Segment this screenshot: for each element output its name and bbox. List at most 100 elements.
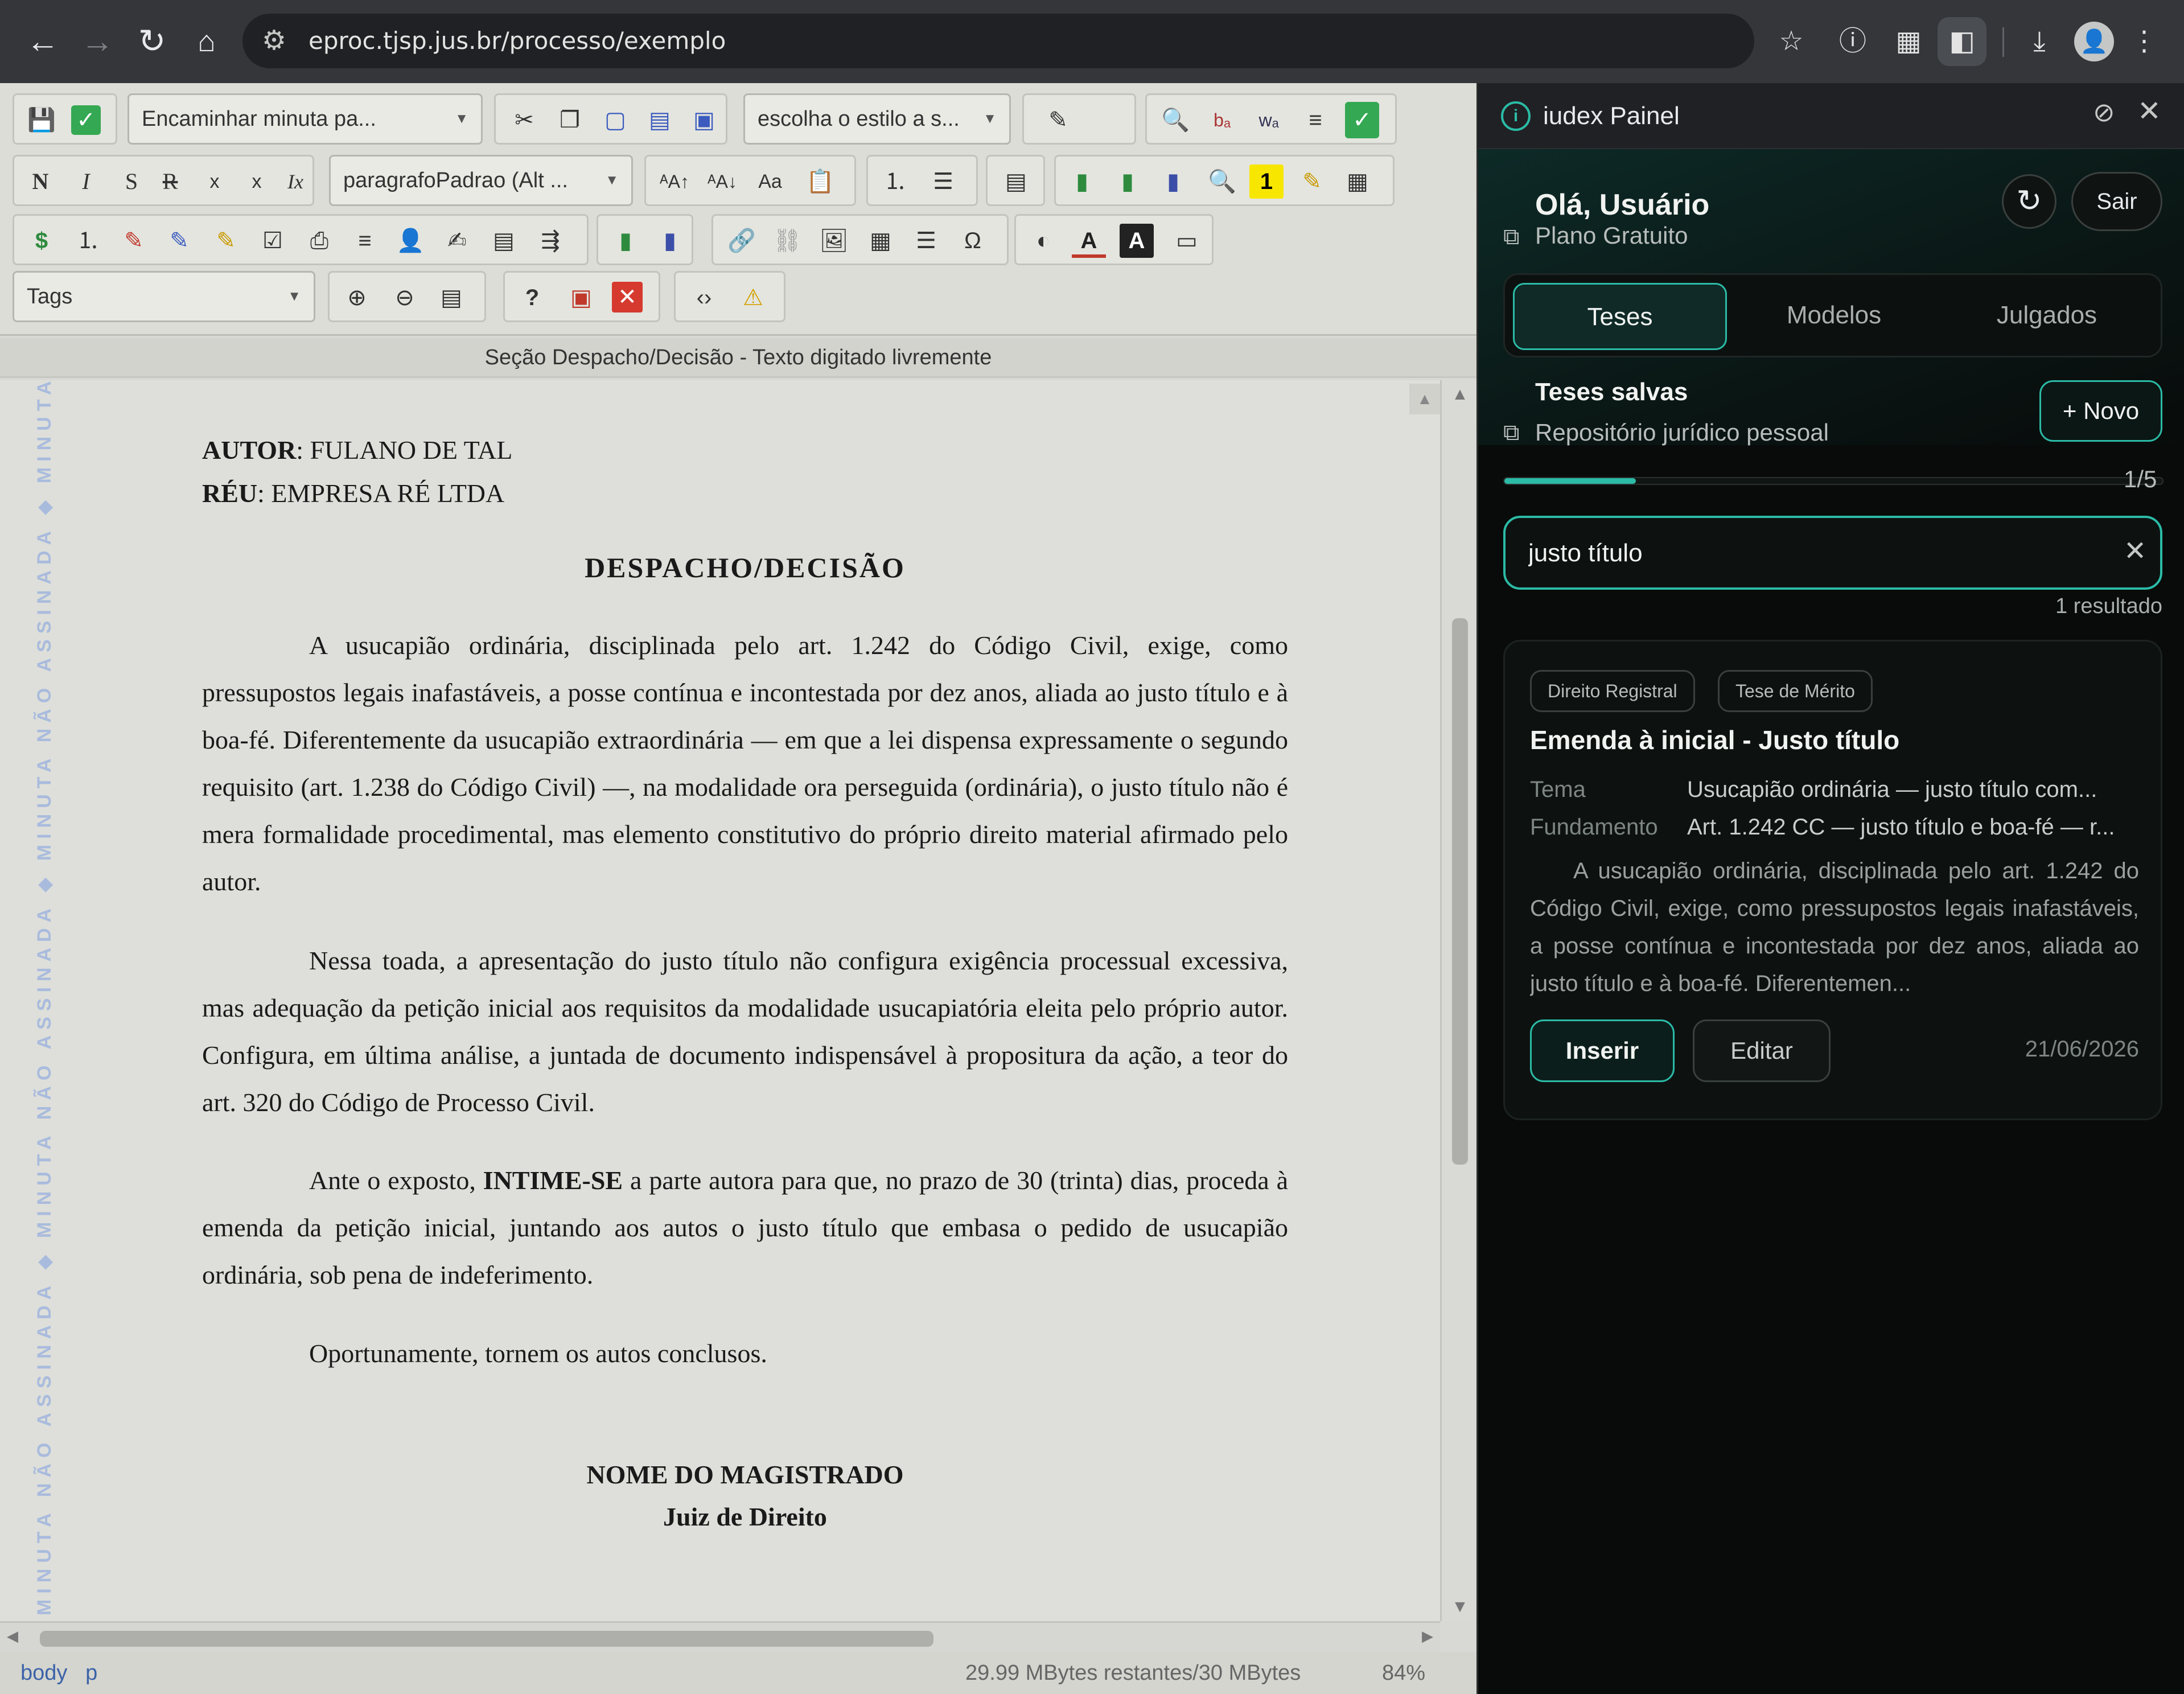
- close-icon[interactable]: ✕: [2137, 94, 2161, 128]
- dollar-icon[interactable]: $: [24, 224, 59, 258]
- copy-icon[interactable]: ❐: [553, 103, 587, 137]
- text-color-icon[interactable]: A: [1072, 224, 1106, 258]
- scroll-thumb[interactable]: [1452, 618, 1468, 1165]
- print-icon[interactable]: ⎙: [302, 224, 336, 258]
- font-increase-icon[interactable]: ᴬA↑: [657, 165, 692, 199]
- address-bar[interactable]: ⚙ eproc.tjsp.jus.br/processo/exemplo: [242, 14, 1754, 68]
- paste-text-icon[interactable]: ▤: [643, 103, 677, 137]
- tags-select[interactable]: Tags ▼: [13, 271, 315, 322]
- edit-blue-icon[interactable]: ✎: [162, 224, 196, 258]
- zoom-out-icon[interactable]: ⊖: [388, 281, 422, 315]
- lowercase-icon[interactable]: bₐ: [1205, 103, 1239, 137]
- zoom-in-icon[interactable]: ⊕: [340, 281, 374, 315]
- tab-teses[interactable]: Teses: [1513, 283, 1727, 350]
- contrast-icon[interactable]: ◐: [1026, 224, 1060, 258]
- scroll-right-icon[interactable]: ▶: [1422, 1627, 1433, 1645]
- horizontal-scrollbar[interactable]: ◀ ▶: [0, 1621, 1440, 1652]
- special-char-icon[interactable]: Ω: [956, 224, 990, 258]
- inner-scroll-up-icon[interactable]: ▲: [1409, 384, 1440, 414]
- pencil-icon[interactable]: ✎: [1041, 103, 1075, 137]
- search-input[interactable]: [1528, 531, 2097, 576]
- signature-icon[interactable]: ✍: [440, 224, 474, 258]
- minimize-icon[interactable]: ▣: [564, 281, 598, 315]
- download-icon[interactable]: ⤓: [2015, 17, 2064, 66]
- remove-format-button[interactable]: Ix: [278, 165, 312, 199]
- blockquote-icon[interactable]: ▤: [999, 165, 1033, 199]
- person-icon[interactable]: 👤: [393, 224, 427, 258]
- unlink-icon[interactable]: ⛓: [770, 224, 804, 258]
- underline-button[interactable]: S: [114, 165, 149, 199]
- subscript-button[interactable]: x: [198, 165, 232, 199]
- unpin-icon[interactable]: ⊘: [2093, 97, 2115, 128]
- refresh-icon[interactable]: ↻: [2002, 174, 2057, 229]
- plan-link[interactable]: Plano Gratuito: [1535, 222, 1688, 249]
- clear-search-icon[interactable]: ✕: [2124, 535, 2146, 567]
- thesis-card[interactable]: Direito Registral Tese de Mérito Emenda …: [1503, 640, 2162, 1120]
- highlighter-icon[interactable]: ✎: [1295, 165, 1329, 199]
- superscript-button[interactable]: x: [240, 165, 274, 199]
- source-code-icon[interactable]: ‹›: [687, 281, 721, 315]
- word-count-icon[interactable]: wₐ: [1252, 103, 1286, 137]
- align-icon[interactable]: ≡: [1298, 103, 1332, 137]
- search-icon[interactable]: 🔍: [1205, 165, 1239, 199]
- highlight-marker-icon[interactable]: 1: [1249, 165, 1284, 199]
- tab-modelos[interactable]: Modelos: [1727, 283, 1941, 350]
- forward-icon[interactable]: →: [73, 17, 122, 66]
- insert-button[interactable]: Inserir: [1530, 1019, 1675, 1082]
- save-icon[interactable]: 💾: [24, 103, 59, 137]
- close-icon[interactable]: ✕: [612, 282, 643, 313]
- star-icon[interactable]: ☆: [1767, 17, 1816, 66]
- tune-icon[interactable]: ⚙: [262, 14, 286, 68]
- change-case-icon[interactable]: Aa: [753, 165, 787, 199]
- back-icon[interactable]: ←: [18, 17, 67, 66]
- font-decrease-icon[interactable]: ᴬA↓: [705, 165, 739, 199]
- template-t-icon[interactable]: ▮: [1065, 165, 1099, 199]
- style-select[interactable]: escolha o estilo a s... ▼: [743, 93, 1011, 145]
- video-icon[interactable]: ▭: [1170, 224, 1204, 258]
- menu-icon[interactable]: ⋮: [2120, 17, 2169, 66]
- paste-icon[interactable]: ▢: [598, 103, 632, 137]
- align-left-icon[interactable]: ≡: [348, 224, 382, 258]
- scroll-thumb[interactable]: [40, 1631, 933, 1647]
- home-icon[interactable]: ⌂: [182, 17, 231, 66]
- bullet-list-icon[interactable]: ☰: [926, 165, 960, 199]
- wrap-icon[interactable]: ⇶: [533, 224, 567, 258]
- scroll-down-icon[interactable]: ▼: [1442, 1597, 1478, 1617]
- repository-link[interactable]: Repositório jurídico pessoal: [1535, 419, 1829, 446]
- new-thesis-button[interactable]: + Novo: [2039, 380, 2162, 442]
- italic-button[interactable]: I: [69, 165, 103, 199]
- bold-button[interactable]: N: [23, 165, 57, 199]
- edit-red-icon[interactable]: ✎: [117, 224, 151, 258]
- document-icon[interactable]: ▤: [434, 281, 468, 315]
- document-canvas[interactable]: MINUTA NÃO ASSINADA ◆ MINUTA NÃO ASSINAD…: [0, 380, 1440, 1621]
- tab-julgados[interactable]: Julgados: [1940, 283, 2154, 350]
- side-panel-icon[interactable]: ◧: [1938, 17, 1986, 66]
- external-link-icon[interactable]: ⧉: [1503, 224, 1520, 250]
- template-m-icon[interactable]: ▮: [1156, 165, 1190, 199]
- info-icon[interactable]: ⓘ: [1828, 17, 1877, 66]
- template-p-icon[interactable]: ▮: [1110, 165, 1145, 199]
- clipboard-icon[interactable]: 📋: [803, 165, 837, 199]
- profile-icon[interactable]: 👤: [2074, 22, 2114, 61]
- help-icon[interactable]: ?: [515, 281, 549, 315]
- link-icon[interactable]: 🔗: [725, 224, 759, 258]
- background-color-icon[interactable]: A: [1120, 224, 1154, 258]
- numbered-list-icon[interactable]: ⒈: [71, 224, 105, 258]
- cut-icon[interactable]: ✂: [507, 103, 541, 137]
- warning-icon[interactable]: ⚠: [736, 281, 770, 315]
- image-icon[interactable]: 🖼: [817, 224, 851, 258]
- vertical-scrollbar[interactable]: ▲ ▼: [1440, 380, 1476, 1621]
- scroll-up-icon[interactable]: ▲: [1442, 385, 1478, 404]
- search-icon[interactable]: 🔍: [1158, 103, 1192, 137]
- tab-groups-icon[interactable]: ▦: [1884, 17, 1933, 66]
- paste-word-icon[interactable]: ▣: [687, 103, 721, 137]
- external-link-icon[interactable]: ⧉: [1503, 420, 1520, 446]
- table-icon[interactable]: ▦: [1340, 165, 1375, 199]
- marker-icon[interactable]: ✎: [209, 224, 243, 258]
- logout-button[interactable]: Sair: [2071, 172, 2162, 231]
- path-p[interactable]: p: [85, 1661, 97, 1685]
- save-confirm-icon[interactable]: ✓: [71, 105, 101, 135]
- table-icon[interactable]: ▦: [863, 224, 898, 258]
- doc-green-icon[interactable]: ▮: [608, 224, 643, 258]
- strike-button[interactable]: R: [153, 165, 187, 199]
